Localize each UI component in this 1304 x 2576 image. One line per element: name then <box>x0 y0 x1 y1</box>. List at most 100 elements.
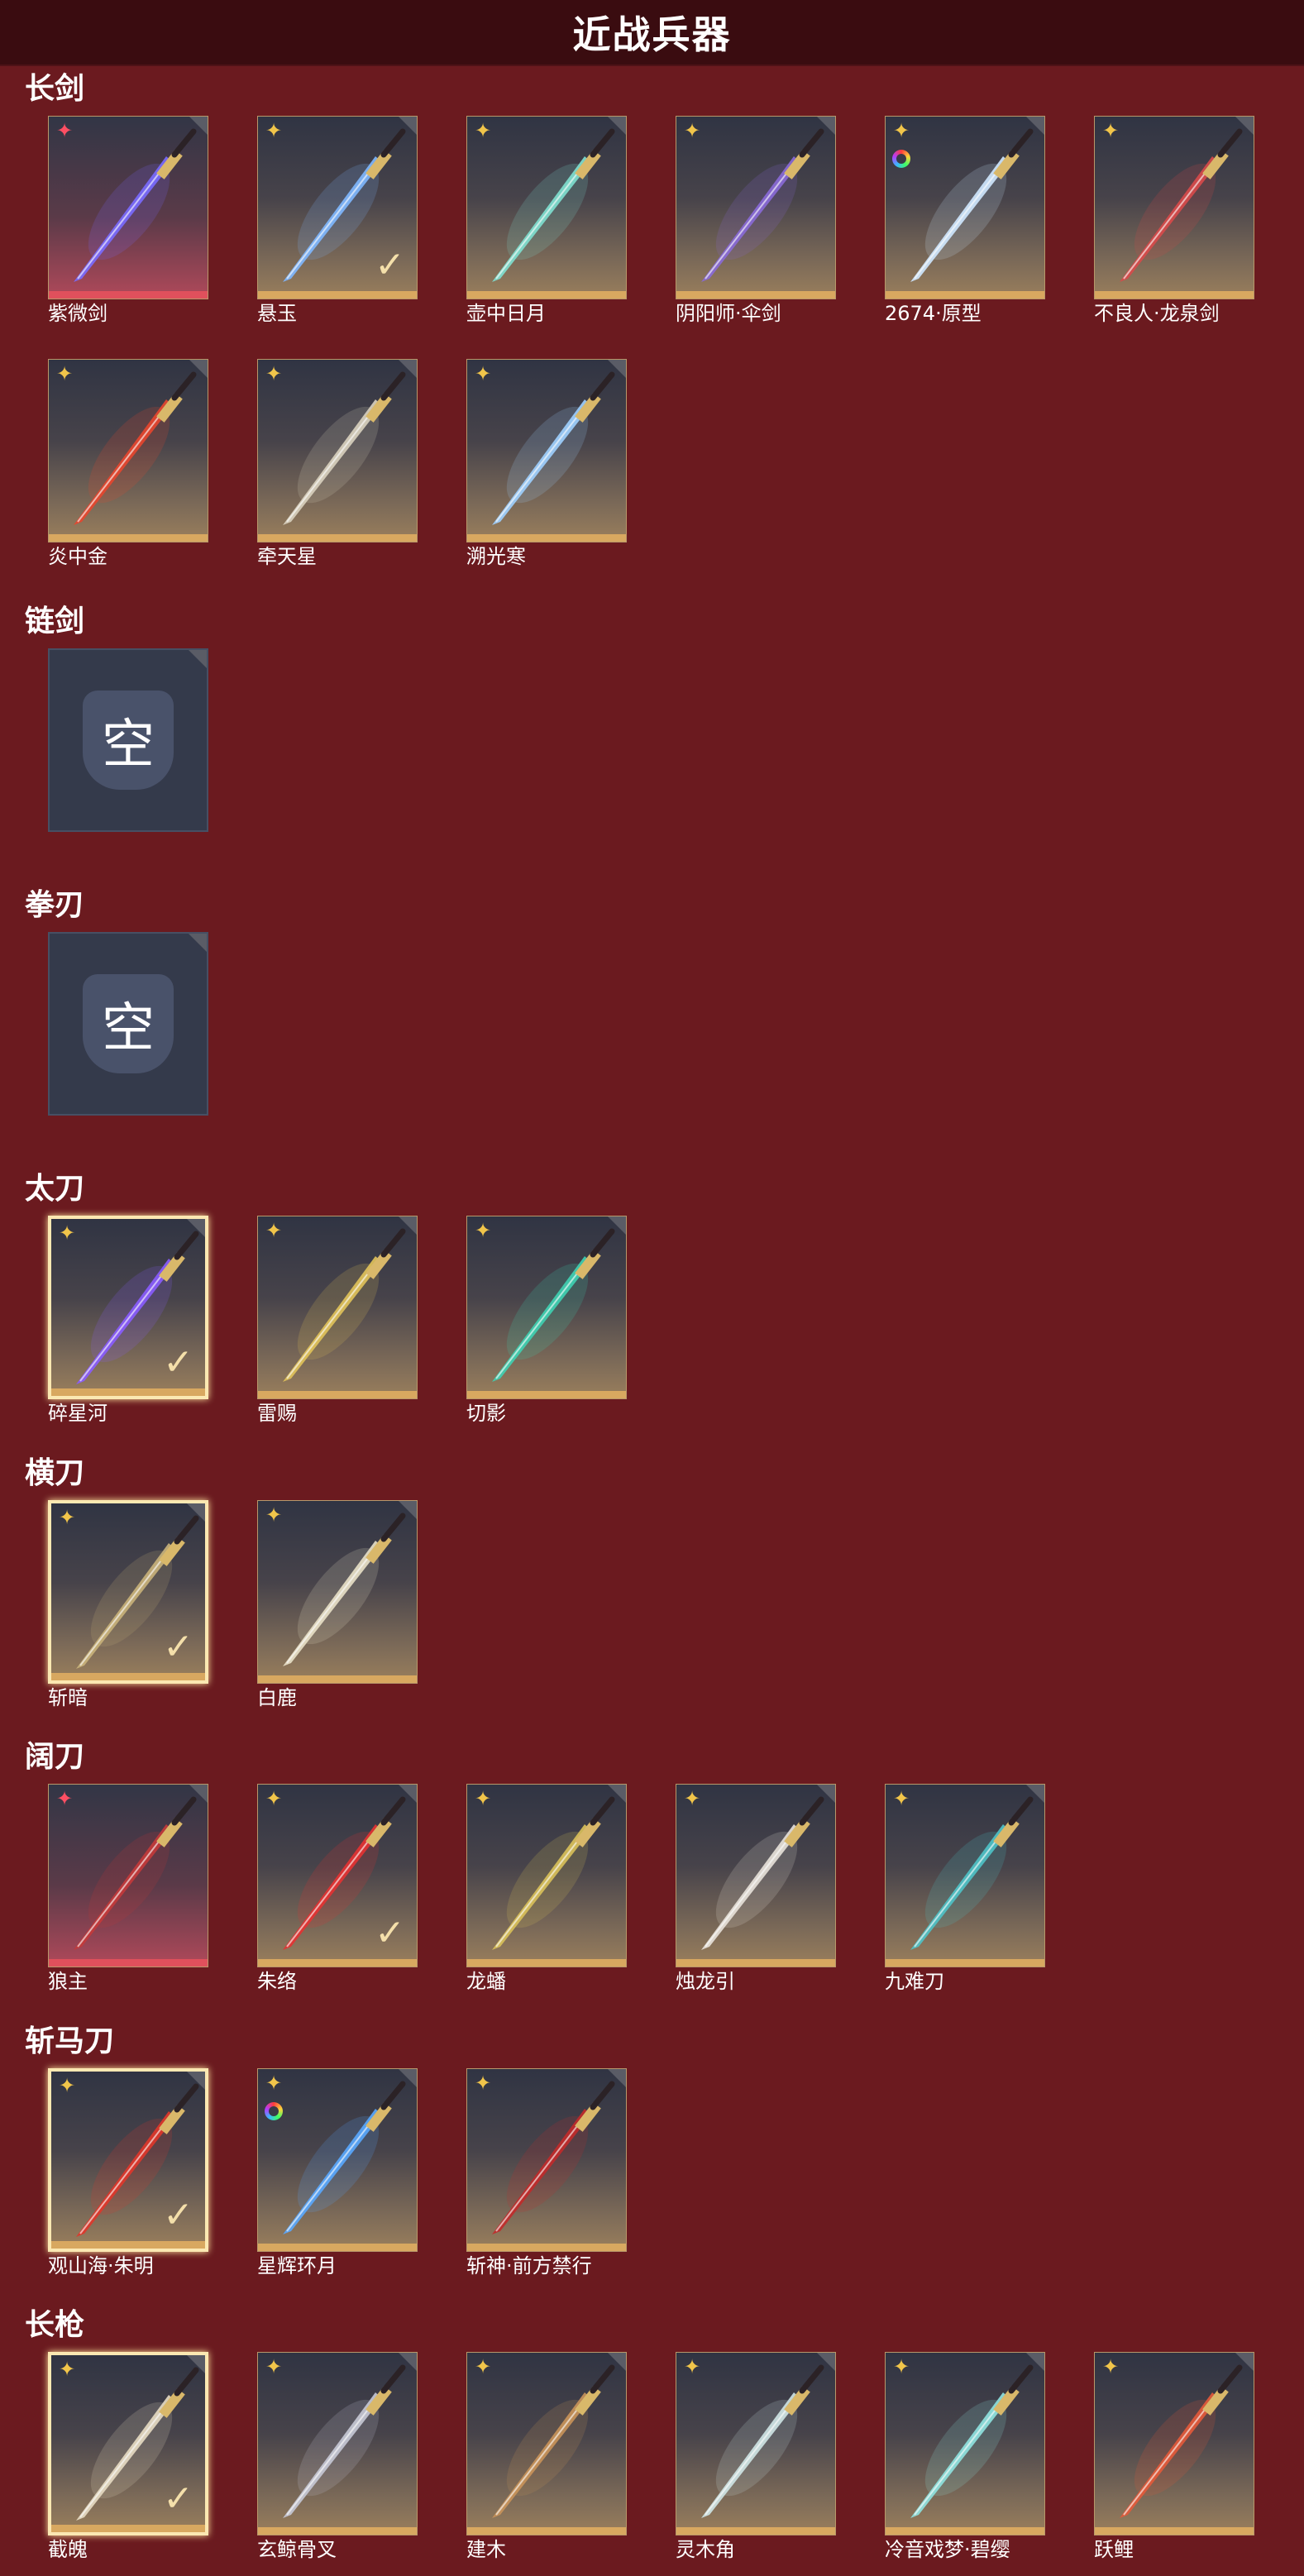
weapon-image <box>1120 2364 1243 2518</box>
page-header: 近战兵器 <box>0 0 1304 66</box>
weapon-image <box>910 1796 1034 1950</box>
weapon-card[interactable]: ✦ 玄鲸骨叉 <box>257 2352 418 2561</box>
weapon-tile: ✦ <box>885 1784 1045 1967</box>
weapon-card[interactable]: ✦ 2674·原型 <box>885 116 1045 325</box>
empty-slot-label: 空 <box>83 974 174 1073</box>
weapon-tile: ✦ <box>48 116 208 299</box>
empty-slot-label: 空 <box>83 691 174 790</box>
weapon-name: 悬玉 <box>257 302 297 325</box>
weapon-card[interactable]: ✦ 壶中日月 <box>466 116 627 325</box>
weapon-tile: ✦ ✓ <box>48 1500 208 1684</box>
weapon-name: 雷赐 <box>257 1402 297 1425</box>
weapon-tile: ✦ <box>885 2352 1045 2535</box>
weapon-card[interactable]: ✦ ✓ 碎星河 <box>48 1216 208 1425</box>
category-title: 长枪 <box>25 2308 85 2342</box>
weapon-card[interactable]: ✦ ✓ 截魄 <box>48 2352 208 2561</box>
weapon-name: 龙蟠 <box>466 1970 506 1993</box>
empty-weapon-slot[interactable]: 空 <box>48 648 208 848</box>
weapon-card[interactable]: ✦ 阴阳师·伞剑 <box>676 116 836 325</box>
weapon-card[interactable]: ✦ 雷赐 <box>257 1216 418 1425</box>
page-title: 近战兵器 <box>572 12 732 57</box>
weapon-card[interactable]: ✦ 狼主 <box>48 1784 208 1993</box>
weapon-card[interactable]: ✦ 牵天星 <box>257 359 418 568</box>
gold-diamond-icon: ✦ <box>58 1507 76 1529</box>
weapon-tile: ✦ <box>885 116 1045 299</box>
weapon-card[interactable]: ✦ 不良人·龙泉剑 <box>1094 116 1254 325</box>
weapon-name: 跃鲤 <box>1094 2538 1134 2561</box>
weapon-card[interactable]: ✦ 溯光寒 <box>466 359 627 568</box>
weapon-card[interactable]: ✦ 跃鲤 <box>1094 2352 1254 2561</box>
weapon-card[interactable]: ✦ 切影 <box>466 1216 627 1425</box>
rarity-bar <box>676 291 835 299</box>
weapon-name: 冷音戏梦·碧缨 <box>885 2538 1010 2561</box>
weapon-card[interactable]: ✦ ✓ 悬玉 <box>257 116 418 325</box>
rarity-bar <box>676 1959 835 1967</box>
checkmark-icon: ✓ <box>375 245 405 285</box>
rarity-bar <box>258 291 417 299</box>
weapon-image <box>701 2364 824 2518</box>
weapon-image <box>492 2364 615 2518</box>
weapon-image <box>492 1796 615 1950</box>
category-title: 拳刃 <box>25 888 85 922</box>
red-diamond-icon: ✦ <box>55 1788 74 1810</box>
weapon-tile: ✦ <box>48 1784 208 1967</box>
weapon-card[interactable]: ✦ 冷音戏梦·碧缨 <box>885 2352 1045 2561</box>
weapon-tile: ✦ <box>676 116 836 299</box>
weapon-name: 灵木角 <box>676 2538 735 2561</box>
empty-slot-icon: 空 <box>50 650 207 830</box>
weapon-name: 溯光寒 <box>466 545 526 568</box>
weapon-name: 九难刀 <box>885 1970 944 1993</box>
weapon-card[interactable]: ✦ ✓ 斩暗 <box>48 1500 208 1709</box>
weapon-tile: ✦ <box>676 2352 836 2535</box>
rarity-bar <box>49 534 208 542</box>
weapon-tile: ✦ <box>466 1216 627 1399</box>
gold-diamond-icon: ✦ <box>683 1788 701 1810</box>
weapon-name: 阴阳师·伞剑 <box>676 302 781 325</box>
weapon-card[interactable]: ✦ 斩神·前方禁行 <box>466 2068 627 2277</box>
weapon-name: 2674·原型 <box>885 302 982 325</box>
weapon-card[interactable]: ✦ 白鹿 <box>257 1500 418 1709</box>
weapon-name: 牵天星 <box>257 545 317 568</box>
weapon-card[interactable]: ✦ 建木 <box>466 2352 627 2561</box>
weapon-card[interactable]: ✦ 灵木角 <box>676 2352 836 2561</box>
weapon-card[interactable]: ✦ 炎中金 <box>48 359 208 568</box>
gold-diamond-icon: ✦ <box>265 1504 283 1527</box>
weapon-card[interactable]: ✦ ✓ 朱络 <box>257 1784 418 1993</box>
checkmark-icon: ✓ <box>163 1627 193 1667</box>
rarity-bar <box>467 1959 626 1967</box>
weapon-tile: ✦ ✓ <box>48 2352 208 2535</box>
gold-diamond-icon: ✦ <box>683 2356 701 2378</box>
weapon-image <box>283 2364 406 2518</box>
weapon-image <box>492 2081 615 2234</box>
weapon-image <box>910 2364 1034 2518</box>
empty-slot-icon: 空 <box>50 934 207 1114</box>
weapon-card[interactable]: ✦ ✓ 观山海·朱明 <box>48 2068 208 2277</box>
weapon-image <box>492 128 615 282</box>
empty-weapon-slot[interactable]: 空 <box>48 932 208 1132</box>
weapon-name: 斩暗 <box>48 1686 88 1709</box>
weapon-image <box>74 128 197 282</box>
gold-diamond-icon: ✦ <box>892 120 910 142</box>
checkmark-icon: ✓ <box>163 2195 193 2235</box>
weapon-card[interactable]: ✦ 星辉环月 <box>257 2068 418 2277</box>
rarity-bar <box>51 1388 205 1396</box>
weapon-card[interactable]: ✦ 紫微剑 <box>48 116 208 325</box>
gold-diamond-icon: ✦ <box>683 120 701 142</box>
rarity-bar <box>258 534 417 542</box>
weapon-name: 白鹿 <box>257 1686 297 1709</box>
weapon-tile: ✦ <box>257 1500 418 1684</box>
weapon-tile: ✦ ✓ <box>48 2068 208 2252</box>
weapon-image <box>1120 128 1243 282</box>
weapon-tile: 空 <box>48 932 208 1116</box>
rarity-bar <box>467 2244 626 2251</box>
weapon-card[interactable]: ✦ 龙蟠 <box>466 1784 627 1993</box>
weapon-name: 切影 <box>466 1402 506 1425</box>
rarity-bar <box>258 1675 417 1683</box>
weapon-image <box>492 1228 615 1382</box>
category-title: 横刀 <box>25 1456 85 1490</box>
category-title: 长剑 <box>25 72 85 106</box>
weapon-name: 建木 <box>466 2538 506 2561</box>
weapon-card[interactable]: ✦ 九难刀 <box>885 1784 1045 1993</box>
weapon-tile: ✦ <box>257 2352 418 2535</box>
weapon-card[interactable]: ✦ 烛龙引 <box>676 1784 836 1993</box>
